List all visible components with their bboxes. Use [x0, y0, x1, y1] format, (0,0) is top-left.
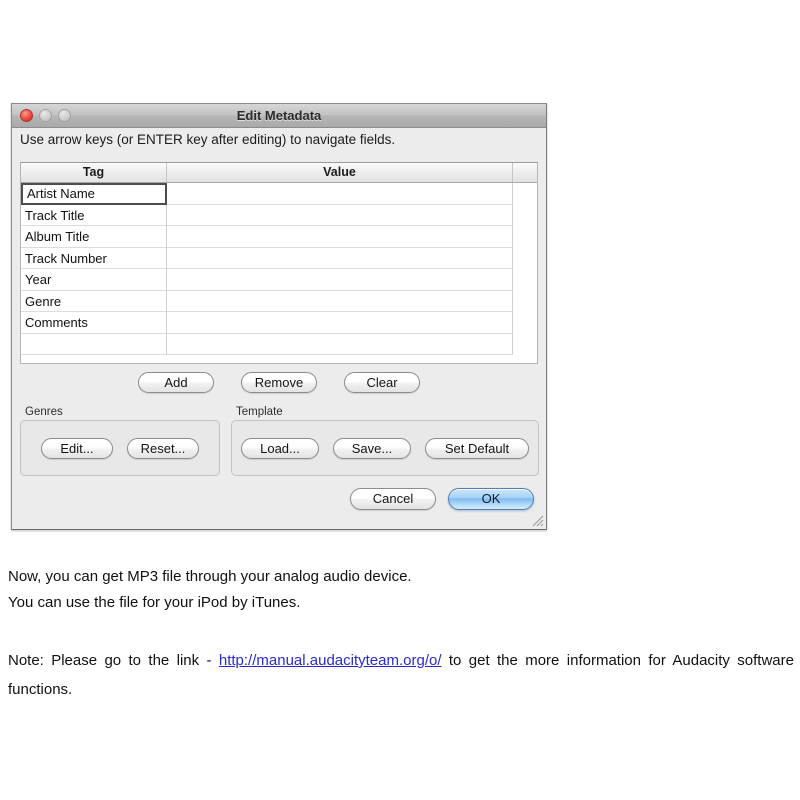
value-cell[interactable] [167, 226, 513, 248]
row-spacer [513, 204, 537, 226]
column-header-spacer [513, 163, 537, 182]
dialog-footer: Cancel OK [350, 488, 534, 510]
body-paragraph-line-2: You can use the file for your iPod by iT… [8, 594, 301, 611]
row-spacer [513, 226, 537, 248]
column-header-value[interactable]: Value [167, 163, 513, 182]
row-spacer [513, 183, 537, 205]
row-spacer [513, 333, 537, 355]
template-load-button[interactable]: Load... [241, 437, 319, 459]
row-spacer [513, 269, 537, 291]
cancel-button[interactable]: Cancel [350, 488, 436, 510]
genres-reset-button[interactable]: Reset... [127, 437, 199, 459]
tag-cell[interactable]: Comments [21, 312, 167, 334]
instruction-text: Use arrow keys (or ENTER key after editi… [20, 132, 396, 147]
template-set-default-button[interactable]: Set Default [425, 437, 529, 459]
tag-cell[interactable]: Track Number [21, 247, 167, 269]
value-cell[interactable] [167, 269, 513, 291]
clear-button[interactable]: Clear [344, 372, 420, 393]
template-save-button[interactable]: Save... [333, 437, 411, 459]
body-paragraph-line-1: Now, you can get MP3 file through your a… [8, 568, 412, 585]
genres-group: Genres Edit... Reset... [20, 406, 220, 476]
tag-cell[interactable]: Artist Name [21, 183, 167, 205]
note-paragraph: Note: Please go to the link - http://man… [8, 646, 794, 704]
row-spacer [513, 290, 537, 312]
resize-grip-icon[interactable] [531, 514, 544, 527]
table-row[interactable]: Album Title [21, 226, 537, 248]
table-header-row: Tag Value [21, 163, 537, 183]
row-spacer [513, 247, 537, 269]
table-row[interactable]: Genre [21, 290, 537, 312]
row-spacer [513, 312, 537, 334]
value-cell[interactable] [167, 290, 513, 312]
table-row[interactable]: Comments [21, 312, 537, 334]
note-prefix-text: Note: Please go to the link - [8, 652, 219, 669]
genres-group-label: Genres [25, 406, 63, 418]
value-cell[interactable] [167, 312, 513, 334]
tag-cell[interactable]: Track Title [21, 204, 167, 226]
value-cell[interactable] [167, 204, 513, 226]
ok-button[interactable]: OK [448, 488, 534, 510]
remove-button[interactable]: Remove [241, 372, 317, 393]
tag-cell[interactable] [21, 333, 167, 355]
template-group-label: Template [236, 406, 283, 418]
value-cell[interactable] [167, 247, 513, 269]
table-row[interactable]: Track Number [21, 247, 537, 269]
audacity-manual-link[interactable]: http://manual.audacityteam.org/o/ [219, 652, 442, 669]
tag-cell[interactable]: Genre [21, 290, 167, 312]
table-row[interactable]: Artist Name [21, 183, 537, 205]
genres-edit-button[interactable]: Edit... [41, 437, 113, 459]
value-cell[interactable] [167, 183, 513, 205]
tag-cell[interactable]: Year [21, 269, 167, 291]
tag-cell[interactable]: Album Title [21, 226, 167, 248]
table-row[interactable]: Track Title [21, 204, 537, 226]
dialog-title: Edit Metadata [236, 108, 322, 123]
row-action-bar: Add Remove Clear [20, 372, 538, 393]
table-row[interactable] [21, 333, 537, 355]
add-button[interactable]: Add [138, 372, 214, 393]
edit-metadata-dialog: Edit Metadata Use arrow keys (or ENTER k… [11, 103, 547, 530]
value-cell[interactable] [167, 333, 513, 355]
column-header-tag[interactable]: Tag [21, 163, 167, 182]
template-group: Template Load... Save... Set Default [231, 406, 539, 476]
metadata-table[interactable]: Tag Value Artist Name Track Title Album … [20, 162, 538, 364]
dialog-titlebar[interactable]: Edit Metadata [12, 104, 546, 128]
table-row[interactable]: Year [21, 269, 537, 291]
